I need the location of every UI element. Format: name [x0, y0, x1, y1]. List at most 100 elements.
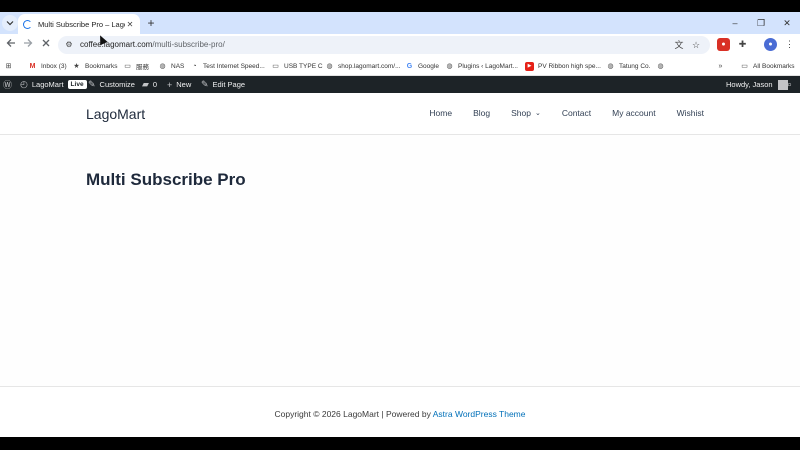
bookmark-label: Bookmarks	[85, 62, 118, 70]
admin-site-name[interactable]: ◴ LagoMart Live	[20, 76, 87, 93]
minimize-button[interactable]: –	[722, 12, 748, 34]
address-bar[interactable]: ⚙ coffee.lagomart.com/multi-subscribe-pr…	[58, 36, 710, 54]
url-path: /multi-subscribe-pro/	[152, 40, 225, 49]
bookmark-item[interactable]: ◍ NAS	[158, 60, 184, 72]
kebab-menu-icon[interactable]: ⋮	[783, 38, 796, 51]
plus-icon: +	[167, 79, 173, 90]
chevron-down-icon	[6, 21, 14, 26]
admin-edit-page[interactable]: ✎ Edit Page	[201, 76, 245, 93]
site-header: LagoMart Home Blog Shop ⌄ Contact My acco…	[0, 93, 800, 135]
bookmark-label: PV Ribbon high spe...	[538, 62, 601, 70]
menu-item-contact[interactable]: Contact	[562, 108, 591, 118]
edit-page-label: Edit Page	[212, 80, 246, 89]
footer-theme-link[interactable]: Astra WordPress Theme	[433, 409, 526, 419]
wp-admin-bar: Ⓦ ◴ LagoMart Live ✎ Customize ▰ 0 + New ✎ Edit…	[0, 76, 800, 93]
bookmark-item[interactable]: ◍	[656, 60, 669, 72]
folder-icon: ▭	[741, 62, 748, 70]
page-content: Multi Subscribe Pro	[0, 135, 800, 386]
restore-button[interactable]: ❐	[748, 12, 774, 34]
site-title[interactable]: LagoMart	[86, 106, 145, 122]
translate-icon[interactable]: 文	[673, 39, 685, 51]
arrow-left-icon	[6, 39, 15, 47]
bookmark-item[interactable]: ◍ Tatung Co.	[606, 60, 650, 72]
comment-icon: ▰	[142, 79, 149, 89]
menu-label: Wishist	[676, 108, 704, 118]
pencil-icon: ✎	[201, 79, 209, 89]
bookmark-item[interactable]: ★ Bookmarks	[72, 60, 118, 72]
bookmark-label: NAS	[171, 62, 185, 70]
bookmark-item[interactable]: ▭ 服務	[123, 60, 149, 72]
tab-close-icon[interactable]: ✕	[125, 20, 135, 29]
globe-icon: ◍	[159, 62, 166, 70]
folder-icon: ▭	[272, 62, 279, 70]
search-icon: ⌕	[787, 79, 793, 89]
wordpress-icon: Ⓦ	[3, 80, 13, 90]
google-icon: G	[406, 62, 413, 70]
bookmark-item[interactable]: ◍ shop.lagomart.com/...	[325, 60, 401, 72]
speedtest-icon: ◔	[192, 62, 197, 70]
footer-prefix: Copyright © 2026 LagoMart | Powered by	[274, 409, 433, 419]
tab-active[interactable]: Multi Subscribe Pro – LagoMart ✕	[18, 14, 140, 34]
new-tab-button[interactable]: +	[144, 16, 158, 30]
bookmark-label: Google	[418, 62, 439, 70]
site-info-icon[interactable]: ⚙	[64, 40, 74, 50]
globe-icon: ◍	[657, 62, 664, 70]
menu-item-shop[interactable]: Shop ⌄	[511, 108, 541, 118]
menu-item-my-account[interactable]: My account	[612, 108, 655, 118]
menu-label: Shop	[511, 108, 531, 118]
extension-icon[interactable]: ●	[717, 38, 730, 51]
stop-loading-button[interactable]	[39, 38, 53, 52]
puzzle-icon[interactable]: ✚	[736, 38, 749, 51]
arrow-right-icon	[24, 39, 33, 47]
bookmarks-bar: ⊞ M Inbox (3) ★ Bookmarks ▭ 服務 ◍ NAS ◔ Test I…	[0, 56, 800, 76]
star-icon: ★	[73, 62, 80, 70]
bookmark-label: 服務	[136, 64, 149, 71]
admin-new[interactable]: + New	[167, 76, 191, 93]
star-icon[interactable]: ☆	[690, 39, 702, 51]
live-badge: Live	[67, 80, 87, 89]
all-bookmarks-label: All Bookmarks	[753, 62, 795, 70]
tab-search-button[interactable]	[2, 15, 18, 31]
bookmark-item[interactable]: ▭ USB TYPE C	[271, 60, 323, 72]
more-bookmarks-button[interactable]: »	[716, 60, 729, 72]
bookmark-label: shop.lagomart.com/...	[338, 62, 401, 70]
bookmark-item[interactable]: ◍ Plugins ‹ LagoMart...	[445, 60, 518, 72]
gmail-icon: M	[29, 62, 36, 70]
wp-logo-button[interactable]: Ⓦ	[3, 76, 16, 93]
bookmark-label: USB TYPE C	[284, 62, 323, 70]
menu-item-wishlist[interactable]: Wishist	[677, 108, 704, 118]
profile-avatar-icon[interactable]: ●	[764, 38, 777, 51]
double-chevron-right-icon: »	[718, 62, 723, 70]
menu-item-home[interactable]: Home	[429, 108, 452, 118]
admin-account[interactable]: Howdy, Jason	[726, 76, 788, 93]
tab-strip: Multi Subscribe Pro – LagoMart ✕ + – ❐ ✕	[0, 12, 800, 34]
brush-icon: ✎	[88, 79, 96, 89]
admin-search[interactable]: ⌕	[787, 76, 796, 93]
footer-copyright: Copyright © 2026 LagoMart | Powered by A…	[0, 409, 800, 419]
menu-item-blog[interactable]: Blog	[473, 108, 490, 118]
close-window-button[interactable]: ✕	[774, 12, 800, 34]
site-footer: Copyright © 2026 LagoMart | Powered by A…	[0, 386, 800, 437]
chevron-down-icon: ⌄	[534, 110, 541, 117]
bookmark-label: Plugins ‹ LagoMart...	[458, 62, 518, 70]
admin-customize[interactable]: ✎ Customize	[88, 76, 135, 93]
admin-comments[interactable]: ▰ 0	[142, 76, 157, 93]
all-bookmarks-button[interactable]: ▭ All Bookmarks	[740, 60, 795, 72]
forward-button[interactable]	[21, 38, 35, 52]
apps-icon[interactable]: ⊞	[4, 60, 17, 72]
bookmark-label: Inbox (3)	[41, 62, 67, 70]
menu-label: Home	[429, 108, 453, 118]
grid-icon: ⊞	[5, 62, 12, 70]
bookmark-item[interactable]: M Inbox (3)	[28, 60, 67, 72]
page-title: Multi Subscribe Pro	[86, 170, 246, 189]
folder-icon: ▭	[124, 62, 131, 70]
customize-label: Customize	[99, 80, 135, 89]
menu-label: My account	[612, 108, 656, 118]
globe-icon: ◍	[607, 62, 614, 70]
bookmark-item[interactable]: ▶ PV Ribbon high spe...	[525, 60, 601, 72]
howdy-label: Howdy, Jason	[726, 80, 773, 89]
back-button[interactable]	[4, 38, 18, 52]
browser-window: Multi Subscribe Pro – LagoMart ✕ + – ❐ ✕…	[0, 12, 800, 437]
bookmark-item[interactable]: G Google	[405, 60, 439, 72]
bookmark-item[interactable]: ◔ Test Internet Speed...	[190, 60, 264, 72]
